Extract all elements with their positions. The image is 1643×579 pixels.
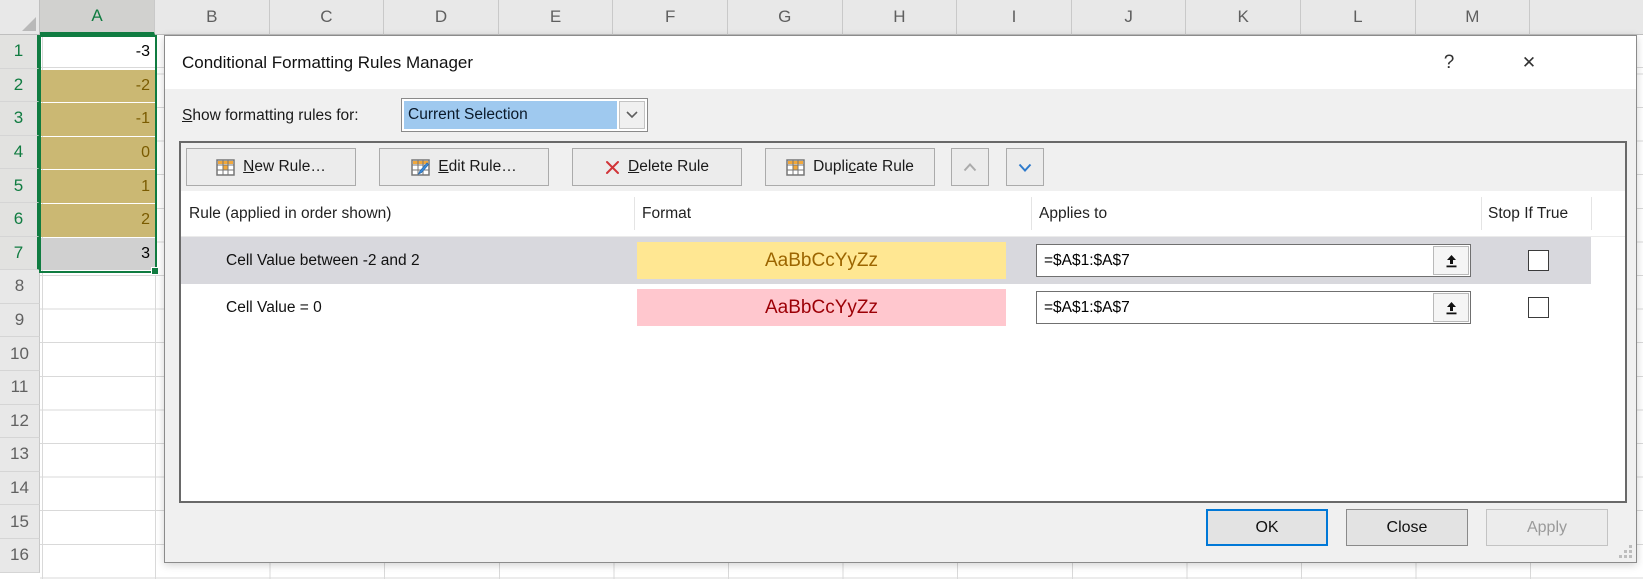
chevron-down-icon[interactable] (619, 101, 645, 129)
rules-container: New Rule… Edit Rule… Delete Rule Duplica… (179, 141, 1627, 503)
apply-button[interactable]: Apply (1486, 509, 1608, 546)
ok-button[interactable]: OK (1206, 509, 1328, 546)
column-separator (1481, 197, 1482, 230)
row-header-16[interactable]: 16 (0, 539, 40, 573)
column-header-spacer (1530, 0, 1643, 35)
move-rule-up-button[interactable] (951, 148, 989, 186)
new-rule-grid-icon (216, 159, 235, 176)
collapse-dialog-button[interactable] (1433, 246, 1469, 275)
stop-if-true-checkbox[interactable] (1528, 250, 1549, 271)
row-header-12[interactable]: 12 (0, 405, 40, 439)
resize-grip[interactable] (1619, 545, 1632, 558)
applies-to-input[interactable]: =$A$1:$A$7 (1036, 291, 1471, 324)
collapse-arrow-icon (1445, 254, 1458, 268)
selection-range-outline (39, 35, 157, 273)
column-header-E[interactable]: E (499, 0, 614, 35)
edit-rule-pencil-icon (411, 159, 430, 176)
new-rule-label: New Rule… (243, 158, 326, 176)
dialog-title: Conditional Formatting Rules Manager (182, 36, 473, 89)
row-header-14[interactable]: 14 (0, 472, 40, 506)
column-header-A[interactable]: A (40, 0, 155, 35)
chevron-up-icon (963, 163, 977, 172)
duplicate-rule-button[interactable]: Duplicate Rule (765, 148, 935, 186)
row-header-11[interactable]: 11 (0, 371, 40, 405)
excel-screen: ABCDEFGHIJKLM 12345678910111213141516 -3… (0, 0, 1643, 579)
row-header-13[interactable]: 13 (0, 438, 40, 472)
row-header-3[interactable]: 3 (0, 102, 40, 136)
column-header-F[interactable]: F (613, 0, 728, 35)
fill-handle[interactable] (151, 267, 159, 275)
rule-row-1[interactable]: Cell Value between -2 and 2 AaBbCcYyZz =$A… (181, 237, 1591, 284)
column-separator (634, 197, 635, 230)
column-separator (1031, 197, 1032, 230)
select-all-triangle-icon (22, 17, 36, 31)
delete-x-icon (605, 160, 620, 175)
duplicate-rule-label: Duplicate Rule (813, 158, 914, 176)
row-header-15[interactable]: 15 (0, 505, 40, 539)
show-rules-dropdown[interactable]: Current Selection (401, 98, 648, 132)
column-header-B[interactable]: B (155, 0, 270, 35)
column-header-D[interactable]: D (384, 0, 499, 35)
column-header-C[interactable]: C (270, 0, 385, 35)
row-header-6[interactable]: 6 (0, 203, 40, 237)
close-button[interactable]: Close (1346, 509, 1468, 546)
row-header-5[interactable]: 5 (0, 169, 40, 203)
collapse-dialog-button[interactable] (1433, 293, 1469, 322)
applies-to-range: =$A$1:$A$7 (1037, 252, 1433, 270)
rules-list: Rule (applied in order shown) Format App… (181, 191, 1625, 501)
row-header-2[interactable]: 2 (0, 69, 40, 103)
chevron-down-icon (1018, 163, 1032, 172)
rules-list-header: Rule (applied in order shown) Format App… (181, 191, 1625, 237)
applies-to-input[interactable]: =$A$1:$A$7 (1036, 244, 1471, 277)
column-header-K[interactable]: K (1186, 0, 1301, 35)
new-rule-button[interactable]: New Rule… (186, 148, 356, 186)
column-header-G[interactable]: G (728, 0, 843, 35)
show-rules-selected-value: Current Selection (404, 101, 617, 129)
rules-toolbar: New Rule… Edit Rule… Delete Rule Duplica… (181, 143, 1625, 191)
show-rules-label: Show formatting rules for: (182, 99, 359, 132)
row-header-4[interactable]: 4 (0, 136, 40, 170)
format-preview-swatch: AaBbCcYyZz (637, 289, 1006, 326)
help-button[interactable]: ? (1429, 36, 1469, 89)
applies-to-column-header: Applies to (1039, 191, 1107, 237)
column-separator (1591, 197, 1592, 230)
rule-column-header: Rule (applied in order shown) (189, 191, 391, 237)
column-header-J[interactable]: J (1072, 0, 1187, 35)
row-header-8[interactable]: 8 (0, 270, 40, 304)
edit-rule-button[interactable]: Edit Rule… (379, 148, 549, 186)
rule-description: Cell Value = 0 (226, 284, 322, 331)
conditional-formatting-rules-manager-dialog: Conditional Formatting Rules Manager ? ✕… (164, 35, 1637, 563)
collapse-arrow-icon (1445, 301, 1458, 315)
column-header-L[interactable]: L (1301, 0, 1416, 35)
dialog-titlebar[interactable]: Conditional Formatting Rules Manager ? ✕ (165, 36, 1636, 89)
applies-to-range: =$A$1:$A$7 (1037, 299, 1433, 317)
close-icon[interactable]: ✕ (1509, 36, 1549, 89)
move-rule-down-button[interactable] (1006, 148, 1044, 186)
select-all-corner[interactable] (0, 0, 40, 35)
stop-if-true-checkbox[interactable] (1528, 297, 1549, 318)
edit-rule-label: Edit Rule… (438, 158, 516, 176)
stop-if-true-column-header: Stop If True (1488, 191, 1568, 237)
column-header-H[interactable]: H (843, 0, 958, 35)
format-column-header: Format (642, 191, 691, 237)
rule-row-2[interactable]: Cell Value = 0 AaBbCcYyZz =$A$1:$A$7 (181, 284, 1591, 331)
column-header-I[interactable]: I (957, 0, 1072, 35)
row-header-9[interactable]: 9 (0, 304, 40, 338)
row-header-10[interactable]: 10 (0, 337, 40, 371)
delete-rule-label: Delete Rule (628, 158, 709, 176)
rule-description: Cell Value between -2 and 2 (226, 237, 420, 284)
row-header-1[interactable]: 1 (0, 35, 40, 69)
delete-rule-button[interactable]: Delete Rule (572, 148, 742, 186)
row-header-7[interactable]: 7 (0, 237, 40, 271)
column-header-M[interactable]: M (1416, 0, 1531, 35)
duplicate-rule-grid-icon (786, 159, 805, 176)
format-preview-swatch: AaBbCcYyZz (637, 242, 1006, 279)
